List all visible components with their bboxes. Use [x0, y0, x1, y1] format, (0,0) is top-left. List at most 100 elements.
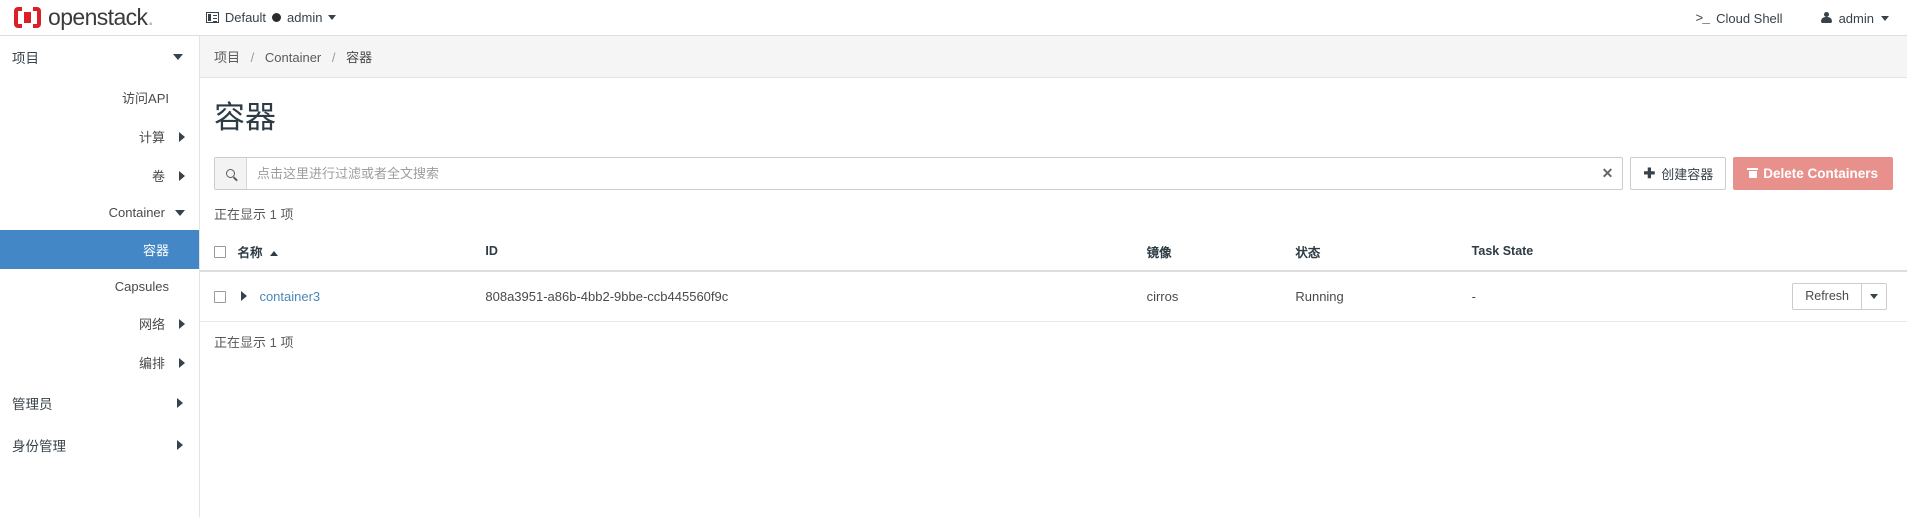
chevron-right-icon [177, 440, 183, 450]
expand-row-icon[interactable] [241, 291, 248, 302]
column-header-task-state[interactable]: Task State [1471, 232, 1742, 272]
sidebar-item-containers[interactable]: 容器 [0, 230, 199, 269]
chevron-right-icon [179, 357, 185, 368]
cloud-shell-label: Cloud Shell [1716, 10, 1783, 26]
terminal-prompt-icon: >_ [1695, 10, 1710, 26]
brand-wordmark: openstack [48, 4, 148, 30]
brand-dot: . [147, 4, 154, 30]
delete-containers-label: Delete Containers [1763, 165, 1878, 181]
breadcrumb-item-container[interactable]: Container [265, 50, 321, 65]
chevron-down-icon [1881, 15, 1889, 21]
sidebar: 项目 访问API 计算 卷 Container 容器 Capsules 网络 编… [0, 36, 200, 517]
column-header-label: 镜像 [1146, 245, 1172, 260]
sidebar-item-label: 网络 [138, 317, 165, 332]
column-header-image[interactable]: 镜像 [1146, 232, 1296, 272]
chevron-down-icon [328, 15, 337, 20]
breadcrumb-separator: / [250, 50, 255, 65]
sidebar-section-label: 管理员 [12, 397, 53, 412]
sidebar-item-orchestration[interactable]: 编排 [0, 343, 199, 382]
sidebar-item-container[interactable]: Container [0, 195, 199, 230]
breadcrumb-item-current: 容器 [346, 50, 373, 65]
table-row: container3 808a3951-a86b-4bb2-9bbe-ccb44… [200, 270, 1907, 322]
sidebar-item-network[interactable]: 网络 [0, 304, 199, 343]
chevron-right-icon [177, 398, 183, 408]
clear-search-button[interactable]: ✕ [1592, 158, 1622, 189]
column-header-label: ID [485, 244, 498, 259]
row-actions-dropdown-button[interactable] [1862, 282, 1887, 310]
table-toolbar: ✕ ✚ 创建容器 Delete Containers [200, 156, 1907, 190]
results-count-top: 正在显示 1 项 [214, 206, 294, 222]
sidebar-item-capsules[interactable]: Capsules [0, 269, 199, 304]
search-input[interactable] [247, 157, 1593, 189]
column-header-status[interactable]: 状态 [1295, 232, 1472, 272]
trash-icon [1747, 168, 1759, 179]
container-name-link[interactable]: container3 [259, 289, 320, 304]
search-bar: ✕ [214, 156, 1624, 190]
list-icon [205, 12, 219, 23]
sidebar-section-label: 身份管理 [12, 439, 66, 454]
context-switcher[interactable]: Default admin [205, 10, 337, 25]
column-header-label: Task State [1471, 244, 1534, 259]
sidebar-item-volumes[interactable]: 卷 [0, 156, 199, 195]
sidebar-item-label: 编排 [138, 356, 165, 371]
column-header-actions [1741, 232, 1907, 272]
search-button[interactable] [215, 157, 247, 189]
top-navbar: openstack . Default admin >_ Cloud Shell… [0, 0, 1907, 36]
sidebar-section-label: 项目 [12, 51, 39, 66]
row-image-cell: cirros [1146, 270, 1296, 322]
chevron-down-icon [1870, 293, 1878, 299]
select-all-header [200, 232, 238, 272]
containers-table: 名称 ID 镜像 状态 Task State container3 808a39… [200, 232, 1907, 322]
breadcrumb: 项目 / Container / 容器 [200, 36, 1907, 78]
column-header-name[interactable]: 名称 [237, 232, 486, 272]
sidebar-item-label: 计算 [138, 130, 165, 145]
openstack-logo-icon [14, 6, 41, 29]
sidebar-item-label: Container [108, 205, 165, 220]
sort-ascending-icon [269, 250, 278, 256]
refresh-button[interactable]: Refresh [1792, 282, 1862, 310]
user-menu[interactable]: admin [1820, 10, 1889, 26]
row-status-cell: Running [1295, 270, 1472, 322]
sidebar-item-label: 访问API [122, 91, 169, 106]
sidebar-section-identity[interactable]: 身份管理 [0, 424, 199, 466]
page-title: 容器 [214, 100, 276, 135]
context-domain-label: Default [224, 10, 267, 25]
user-menu-label: admin [1838, 10, 1874, 26]
select-all-checkbox[interactable] [214, 245, 226, 258]
row-id-cell: 808a3951-a86b-4bb2-9bbe-ccb445560f9c [485, 270, 1147, 322]
row-name-cell: container3 [237, 270, 486, 322]
column-header-id[interactable]: ID [485, 232, 1147, 272]
table-header-row: 名称 ID 镜像 状态 Task State [200, 232, 1907, 272]
chevron-right-icon [179, 170, 185, 181]
chevron-down-icon [175, 209, 185, 216]
row-actions-cell: Refresh [1741, 270, 1907, 322]
sidebar-section-admin[interactable]: 管理员 [0, 382, 199, 424]
context-separator-dot [272, 13, 282, 22]
page-header: 容器 [200, 78, 1907, 152]
user-icon [1820, 12, 1832, 24]
sidebar-item-label: 容器 [142, 243, 169, 258]
column-header-label: 状态 [1295, 245, 1321, 260]
main-content: 项目 / Container / 容器 容器 ✕ ✚ 创建容器 [200, 36, 1907, 517]
sidebar-item-compute[interactable]: 计算 [0, 117, 199, 156]
sidebar-section-project[interactable]: 项目 [0, 36, 199, 78]
sidebar-item-label: Capsules [114, 279, 169, 294]
chevron-down-icon [173, 54, 183, 60]
create-container-button[interactable]: ✚ 创建容器 [1630, 156, 1727, 190]
sidebar-item-api-access[interactable]: 访问API [0, 78, 199, 117]
delete-containers-button[interactable]: Delete Containers [1733, 156, 1893, 190]
chevron-right-icon [179, 131, 185, 142]
context-project-label: admin [287, 10, 323, 25]
chevron-right-icon [179, 318, 185, 329]
row-action-group: Refresh [1742, 282, 1901, 310]
row-task-state-cell: - [1471, 270, 1742, 322]
openstack-logo[interactable]: openstack . [14, 4, 154, 31]
row-checkbox[interactable] [214, 291, 226, 304]
row-select-cell [200, 270, 238, 322]
cloud-shell-button[interactable]: >_ Cloud Shell [1695, 11, 1782, 26]
breadcrumb-item-project[interactable]: 项目 [214, 50, 240, 65]
create-container-label: 创建容器 [1661, 166, 1714, 182]
sidebar-item-label: 卷 [151, 169, 165, 184]
page-shell: 项目 访问API 计算 卷 Container 容器 Capsules 网络 编… [0, 36, 1907, 517]
search-icon [226, 168, 235, 178]
